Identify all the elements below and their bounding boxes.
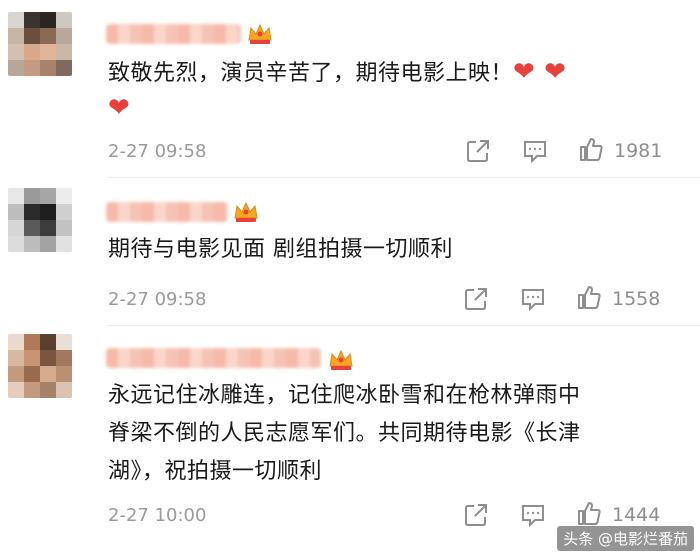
comment-time: 2-27 09:58 — [108, 141, 207, 162]
crown-badge-icon — [248, 23, 272, 44]
crown-badge-icon — [329, 349, 353, 370]
like-count: 1981 — [614, 140, 663, 162]
like-icon[interactable] — [578, 136, 604, 162]
crown-badge-icon — [234, 201, 258, 222]
comment-text: 期待与电影见面 剧组拍摄一切顺利 — [108, 237, 453, 262]
avatar[interactable] — [8, 334, 72, 398]
comment-item: 期待与电影见面 剧组拍摄一切顺利 2-27 09:58 1558 — [0, 178, 700, 326]
comment-time: 2-27 10:00 — [108, 505, 207, 526]
comment-text: 湖》，祝拍摄一切顺利 — [108, 459, 323, 484]
comment-time: 2-27 09:58 — [108, 289, 207, 310]
comment-icon[interactable] — [520, 502, 546, 528]
avatar[interactable] — [8, 12, 72, 76]
watermark: 头条 @电影烂番茄 — [557, 526, 694, 551]
comment-icon[interactable] — [520, 286, 546, 312]
avatar[interactable] — [8, 188, 72, 252]
username-blurred[interactable] — [106, 348, 321, 368]
like-icon[interactable] — [576, 284, 602, 310]
comment-item: 致敬先烈，演员辛苦了，期待电影上映！❤ ❤ ❤ 2-27 09:58 1981 — [0, 0, 700, 178]
comment-text: 致敬先烈，演员辛苦了，期待电影上映！❤ ❤ — [108, 57, 567, 87]
like-count: 1444 — [612, 504, 661, 526]
heart-emoji: ❤ — [108, 93, 131, 123]
heart-emoji: ❤ ❤ — [513, 57, 567, 87]
share-icon[interactable] — [465, 138, 491, 164]
share-icon[interactable] — [463, 502, 489, 528]
username-blurred[interactable] — [106, 24, 241, 44]
username-blurred[interactable] — [106, 202, 228, 222]
share-icon[interactable] — [463, 286, 489, 312]
comment-item: 永远记住冰雕连，记住爬冰卧雪和在枪林弹雨中 脊梁不倒的人民志愿军们。共同期待电影… — [0, 326, 700, 557]
like-count: 1558 — [612, 288, 661, 310]
comment-icon[interactable] — [522, 138, 548, 164]
comment-text: 脊梁不倒的人民志愿军们。共同期待电影《长津 — [108, 421, 581, 446]
comment-text: 永远记住冰雕连，记住爬冰卧雪和在枪林弹雨中 — [108, 383, 581, 408]
like-icon[interactable] — [576, 500, 602, 526]
